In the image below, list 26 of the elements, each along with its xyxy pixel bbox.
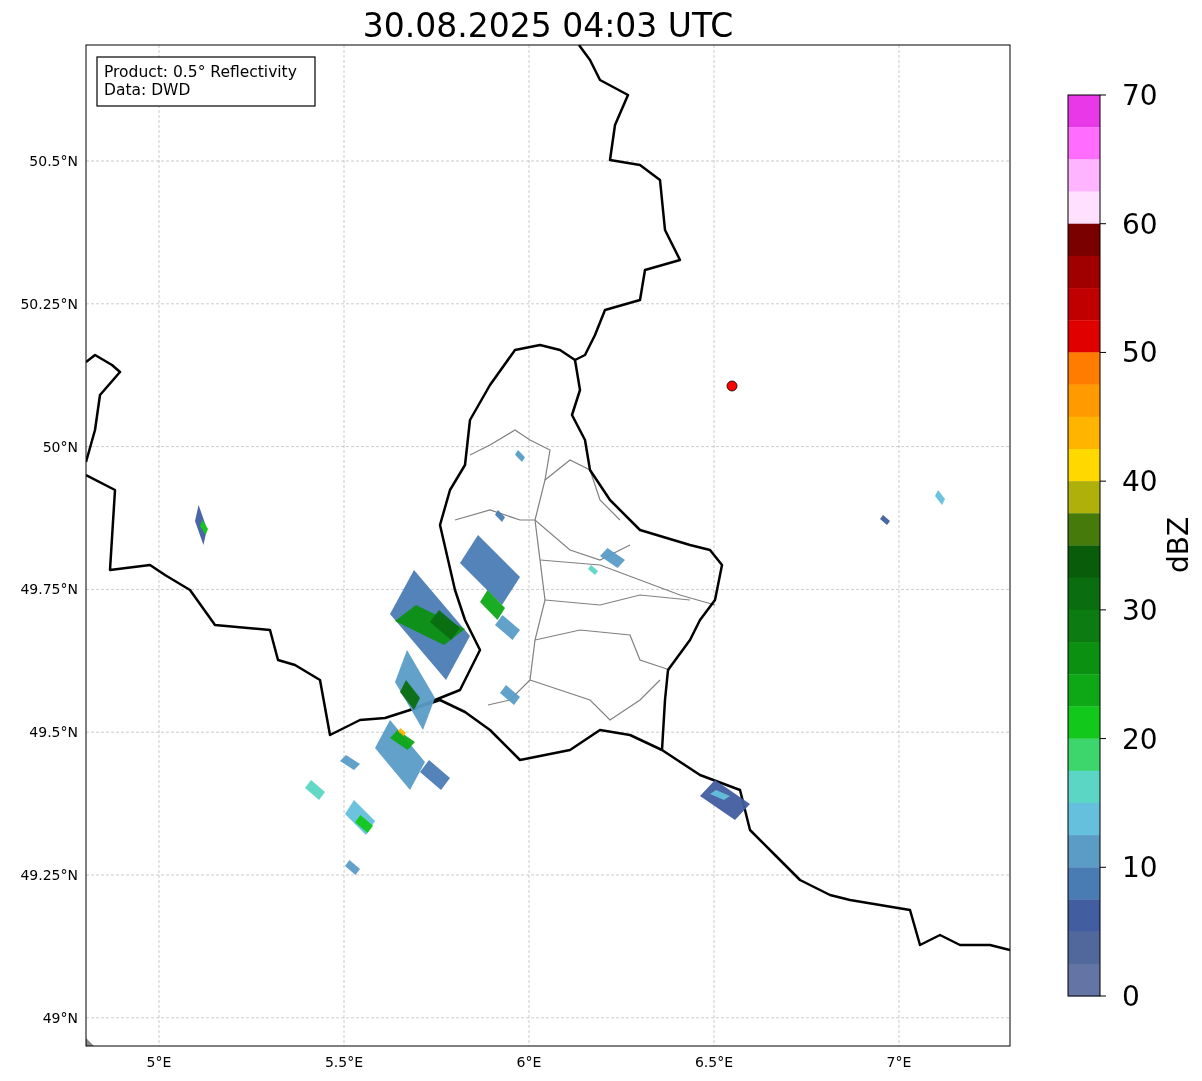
longitude-label: 5.5°E [324, 1054, 364, 1070]
colorbar-tick-label: 20 [1122, 722, 1158, 756]
latitude-label: 49.5°N [29, 724, 78, 741]
info-text: Product: 0.5° Reflectivity [104, 63, 297, 81]
colorbar-tick-label: 70 [1122, 79, 1158, 112]
colorbar-tick-label: 30 [1122, 593, 1158, 627]
colorbar-tick-label: 0 [1122, 980, 1140, 1013]
longitude-label: 5°E [146, 1054, 172, 1070]
longitude-label: 6°E [516, 1054, 542, 1070]
radar-site-marker [726, 380, 738, 392]
land-corner-shape [86, 1038, 94, 1046]
info-text: Data: DWD [104, 81, 191, 99]
latitude-label: 49.75°N [20, 581, 78, 598]
latitude-label: 50.5°N [29, 153, 78, 169]
colorbar-tick-label: 50 [1122, 336, 1158, 370]
chart-title: 30.08.2025 04:03 UTC [362, 6, 734, 45]
colorbar-label: dBZ [1162, 516, 1195, 574]
longitude-label: 7°E [886, 1054, 912, 1070]
latitude-label: 50.25°N [20, 295, 78, 312]
colorbar-tick-label: 40 [1122, 465, 1158, 499]
colorbar-tick-label: 10 [1122, 851, 1158, 885]
colorbar-tick-label: 60 [1122, 207, 1158, 241]
latitude-label: 49°N [42, 1009, 78, 1026]
latitude-label: 49.25°N [20, 867, 78, 883]
longitude-label: 6.5°E [694, 1054, 734, 1070]
latitude-label: 50°N [42, 438, 78, 455]
